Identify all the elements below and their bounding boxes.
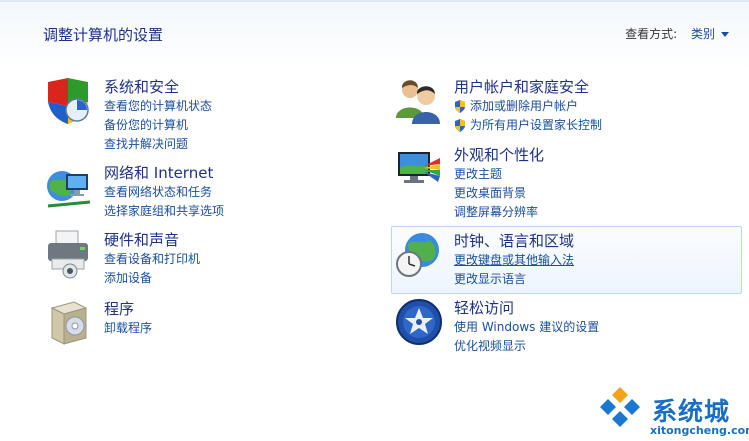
category-title[interactable]: 系统和安全 <box>104 76 179 97</box>
ease-of-access-icon <box>396 299 442 345</box>
chevron-down-icon <box>721 32 729 37</box>
link-add-device[interactable]: 添加设备 <box>104 269 200 288</box>
link-change-keyboards[interactable]: 更改键盘或其他输入法 <box>454 251 574 270</box>
link-devices-printers[interactable]: 查看设备和打印机 <box>104 250 200 269</box>
link-label: 添加或删除用户帐户 <box>470 99 579 113</box>
uac-shield-icon <box>455 119 465 132</box>
category-title[interactable]: 用户帐户和家庭安全 <box>454 76 589 97</box>
link-network-status[interactable]: 查看网络状态和任务 <box>104 183 224 202</box>
link-view-computer-status[interactable]: 查看您的计算机状态 <box>104 97 212 116</box>
programs-box-icon <box>50 301 88 345</box>
link-parental-controls[interactable]: 为所有用户设置家长控制 <box>454 116 602 135</box>
uac-shield-icon <box>455 100 465 113</box>
view-by: 查看方式: 类别 <box>625 25 729 42</box>
link-desktop-background[interactable]: 更改桌面背景 <box>454 184 538 203</box>
watermark-name: 系统城 <box>652 397 731 426</box>
security-shield-icon <box>48 78 89 124</box>
top-divider <box>0 0 749 2</box>
view-by-label: 查看方式: <box>625 27 678 41</box>
link-uninstall-program[interactable]: 卸载程序 <box>104 319 152 338</box>
category-title[interactable]: 网络和 Internet <box>104 162 213 183</box>
watermark-url: xitongcheng.com <box>650 424 749 437</box>
view-by-value: 类别 <box>690 27 715 41</box>
link-recommended-settings[interactable]: 使用 Windows 建议的设置 <box>454 318 599 337</box>
link-troubleshoot[interactable]: 查找并解决问题 <box>104 135 212 154</box>
category-title[interactable]: 轻松访问 <box>454 297 514 318</box>
printer-icon <box>48 230 88 279</box>
link-homegroup[interactable]: 选择家庭组和共享选项 <box>104 202 224 221</box>
view-by-dropdown[interactable]: 类别 <box>691 27 729 41</box>
page-title: 调整计算机的设置 <box>43 26 164 44</box>
category-title[interactable]: 时钟、语言和区域 <box>454 230 574 251</box>
link-display-language[interactable]: 更改显示语言 <box>454 270 574 289</box>
category-title[interactable]: 外观和个性化 <box>454 144 544 165</box>
link-screen-resolution[interactable]: 调整屏幕分辨率 <box>454 203 538 222</box>
link-optimize-display[interactable]: 优化视频显示 <box>454 337 599 356</box>
category-title[interactable]: 程序 <box>104 298 134 319</box>
network-globe-icon <box>47 171 91 208</box>
users-icon <box>396 80 440 124</box>
appearance-monitor-icon <box>398 152 440 183</box>
link-change-theme[interactable]: 更改主题 <box>454 165 538 184</box>
link-label: 为所有用户设置家长控制 <box>470 118 603 132</box>
link-backup-computer[interactable]: 备份您的计算机 <box>104 116 212 135</box>
clock-globe-icon <box>396 233 439 277</box>
link-add-remove-accounts[interactable]: 添加或删除用户帐户 <box>454 97 602 116</box>
category-title[interactable]: 硬件和声音 <box>104 229 179 250</box>
